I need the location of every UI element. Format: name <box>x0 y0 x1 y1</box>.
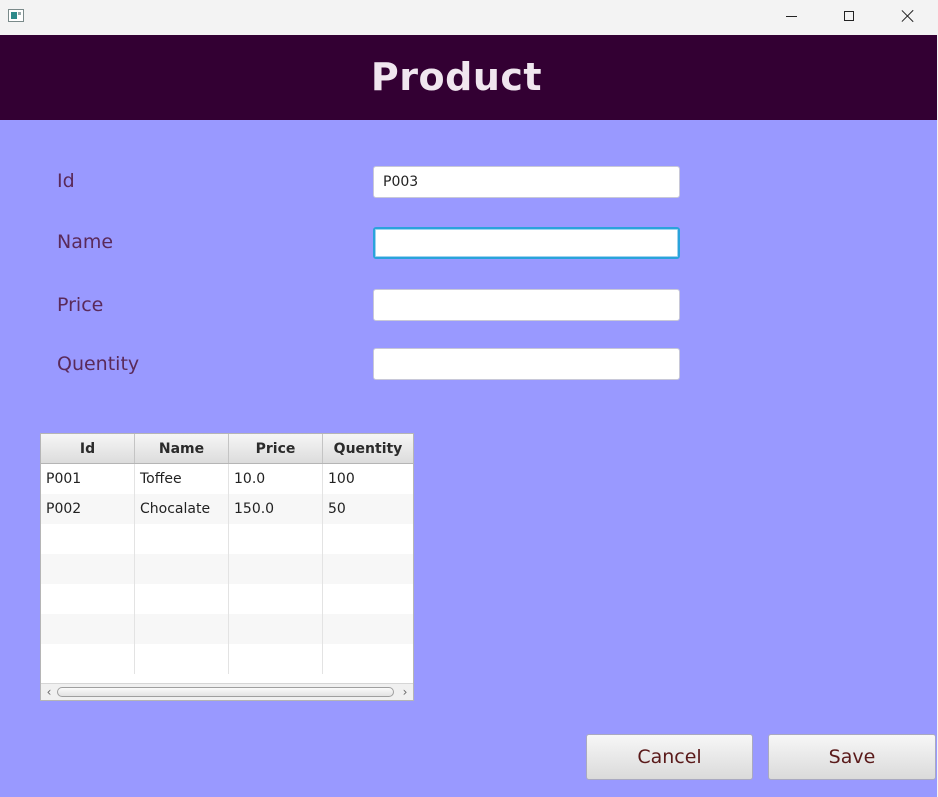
horizontal-scrollbar[interactable]: ‹ › <box>41 683 413 700</box>
scrollbar-thumb[interactable] <box>57 687 394 697</box>
id-field[interactable] <box>373 166 680 198</box>
price-label: Price <box>57 294 104 316</box>
name-label: Name <box>57 231 114 253</box>
chevron-left-icon[interactable]: ‹ <box>43 686 55 698</box>
table-header: Id Name Price Quentity <box>41 434 413 464</box>
cell-id: P002 <box>41 494 135 524</box>
product-table[interactable]: Id Name Price Quentity P001 Toffee 10.0 … <box>40 433 414 701</box>
minimize-button[interactable] <box>762 0 820 32</box>
maximize-icon <box>844 11 854 21</box>
minimize-icon <box>785 15 797 17</box>
table-row[interactable]: P002 Chocalate 150.0 50 <box>41 494 413 524</box>
save-button[interactable]: Save <box>768 734 936 780</box>
app-icon <box>8 9 24 22</box>
cell-quantity: 100 <box>328 471 355 487</box>
product-form-panel: Product Id Name Price Quentity Id Name P… <box>0 35 937 797</box>
close-icon <box>901 9 915 23</box>
cancel-button[interactable]: Cancel <box>586 734 753 780</box>
window-titlebar <box>0 0 938 35</box>
name-field[interactable] <box>373 227 680 259</box>
empty-row <box>41 554 413 584</box>
column-header-id[interactable]: Id <box>41 434 135 463</box>
header-bar: Product <box>0 35 937 120</box>
price-field[interactable] <box>373 289 680 321</box>
cell-price: 10.0 <box>229 464 323 494</box>
chevron-right-icon[interactable]: › <box>399 686 411 698</box>
page-title: Product <box>370 54 543 99</box>
empty-row <box>41 524 413 554</box>
close-button[interactable] <box>879 0 937 32</box>
column-header-quantity[interactable]: Quentity <box>323 434 413 463</box>
maximize-button[interactable] <box>820 0 878 32</box>
cell-price: 150.0 <box>229 494 323 524</box>
column-header-price[interactable]: Price <box>229 434 323 463</box>
cell-name: Toffee <box>135 464 229 494</box>
empty-row <box>41 584 413 614</box>
id-label: Id <box>57 170 75 192</box>
quantity-field[interactable] <box>373 348 680 380</box>
empty-row <box>41 614 413 644</box>
cell-quantity: 50 <box>328 501 346 517</box>
quantity-label: Quentity <box>57 353 140 375</box>
table-row[interactable]: P001 Toffee 10.0 100 <box>41 464 413 494</box>
cell-id: P001 <box>41 464 135 494</box>
cell-name: Chocalate <box>135 494 229 524</box>
empty-row <box>41 644 413 674</box>
column-header-name[interactable]: Name <box>135 434 229 463</box>
table-body: P001 Toffee 10.0 100 P002 Chocalate 150.… <box>41 464 413 674</box>
